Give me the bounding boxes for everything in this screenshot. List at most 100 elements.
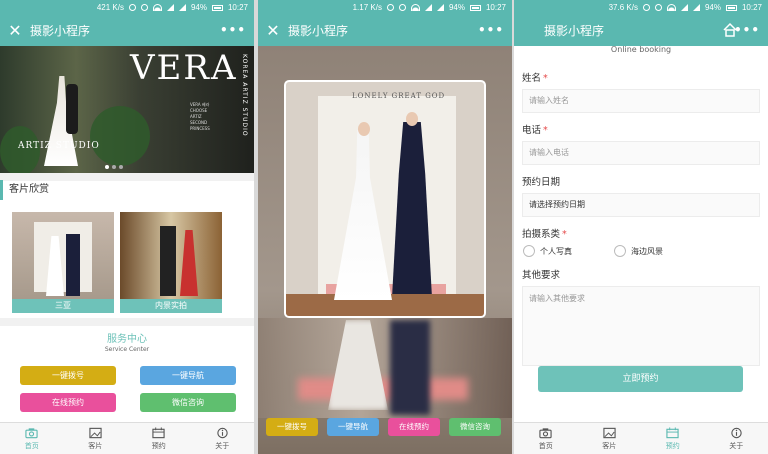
groom-face [406, 112, 418, 126]
carousel-dot[interactable] [119, 165, 123, 169]
phone-input[interactable]: 请输入电话 [522, 141, 760, 165]
card-caption: 三亚 [12, 299, 114, 313]
service-center: 服务中心 Service Center [0, 330, 254, 353]
booking-form: 姓名 * 请输入姓名 电话 * 请输入电话 预约日期 请选择预约日期 拍摄系类 * 个… [522, 70, 760, 366]
radio-seaside-scenery[interactable]: 海边风景 [614, 245, 663, 257]
tab-bar: 首页 客片 预约 关于 [0, 422, 254, 454]
camera-icon [539, 428, 552, 439]
name-label: 姓名 * [522, 70, 760, 84]
nav-bar: ✕ 摄影小程序 ••• [0, 15, 254, 46]
tab-about[interactable]: 关于 [191, 423, 255, 454]
tab-label: 首页 [538, 442, 553, 450]
alarm-icon [398, 4, 406, 11]
status-bar: 1.17 K/s 94% 10:27 [258, 0, 512, 15]
battery-icon [469, 4, 481, 11]
banner-studio: ARTIZ STUDIO [18, 141, 100, 151]
tab-home[interactable]: 首页 [0, 423, 64, 454]
dnd-icon [128, 4, 136, 11]
service-title: 服务中心 [107, 334, 147, 345]
tab-label: 预约 [151, 442, 166, 450]
clock: 10:27 [485, 3, 506, 12]
wechat-consult-button[interactable]: 微信咨询 [449, 418, 501, 436]
series-radio-group: 个人写真 海边风景 [522, 245, 760, 257]
tab-gallery[interactable]: 客片 [578, 423, 642, 454]
photo-preview[interactable]: LONELY GREAT GOD [284, 80, 486, 318]
phone-booking: 37.6 K/s 94% 10:27 摄影小程序 ••• Online book… [514, 0, 768, 454]
page-title: 摄影小程序 [288, 24, 349, 38]
radio-circle[interactable] [523, 245, 535, 257]
tab-home[interactable]: 首页 [514, 423, 578, 454]
book-online-button[interactable]: 在线预约 [20, 393, 116, 412]
navigate-button[interactable]: 一键导航 [327, 418, 379, 436]
image-icon [89, 427, 102, 439]
dnd-icon [386, 4, 394, 11]
gallery-heading: 客片欣赏 [0, 180, 254, 200]
tab-booking[interactable]: 预约 [127, 423, 191, 454]
series-label-text: 拍摄系类 [522, 229, 561, 240]
banner-brand-sub: KOREA ARTIZ STUDIO [241, 54, 248, 137]
online-booking-heading: Online booking [610, 45, 672, 54]
phone-label: 电话 * [522, 122, 760, 136]
clock: 10:27 [227, 3, 248, 12]
series-label: 拍摄系类 * [522, 226, 760, 240]
tab-label: 关于 [215, 442, 230, 450]
close-icon[interactable]: ✕ [0, 15, 30, 46]
card-photo [120, 212, 222, 299]
signal-icon-2 [178, 4, 186, 11]
book-online-button[interactable]: 在线预约 [388, 418, 440, 436]
other-label: 其他要求 [522, 270, 561, 281]
tab-label: 客片 [602, 442, 617, 450]
banner-brand: VERA [130, 48, 238, 88]
service-buttons: 一键拨号 一键导航 在线预约 微信咨询 [20, 366, 236, 412]
date-picker[interactable]: 请选择预约日期 [522, 193, 760, 217]
call-button[interactable]: 一键拨号 [20, 366, 116, 385]
battery-percent: 94% [704, 3, 721, 12]
tab-label: 预约 [665, 442, 680, 450]
dnd-icon [642, 4, 650, 11]
banner-carousel[interactable]: VERA KOREA ARTIZ STUDIO VERA 베라 CHOOSE A… [0, 46, 254, 173]
more-icon[interactable]: ••• [220, 23, 246, 37]
gallery-card[interactable]: 内景实拍 [120, 212, 222, 313]
required-mark: * [562, 229, 567, 240]
image-icon [603, 427, 616, 439]
card-caption: 内景实拍 [120, 299, 222, 313]
submit-booking-button[interactable]: 立即预约 [538, 366, 743, 392]
network-speed: 37.6 K/s [608, 3, 638, 12]
name-input[interactable]: 请输入姓名 [522, 89, 760, 113]
blurred-suit [390, 320, 430, 415]
wifi-icon [152, 4, 162, 11]
info-icon [731, 427, 742, 439]
tab-about[interactable]: 关于 [705, 423, 768, 454]
call-button[interactable]: 一键拨号 [266, 418, 318, 436]
radio-personal-portrait[interactable]: 个人写真 [523, 245, 572, 257]
tab-booking[interactable]: 预约 [641, 423, 705, 454]
network-speed: 1.17 K/s [352, 3, 382, 12]
page-title: 摄影小程序 [30, 24, 91, 38]
alarm-icon [140, 4, 148, 11]
camera-icon [25, 428, 38, 439]
required-mark: * [543, 125, 548, 136]
other-requirements-textarea[interactable]: 请输入其他要求 [522, 286, 760, 366]
alarm-icon [654, 4, 662, 11]
battery-percent: 94% [448, 3, 465, 12]
info-icon [217, 427, 228, 439]
radio-circle[interactable] [614, 245, 626, 257]
gallery-card[interactable]: 三亚 [12, 212, 114, 313]
date-label: 预约日期 [522, 177, 561, 188]
wifi-icon [410, 4, 420, 11]
navigate-button[interactable]: 一键导航 [140, 366, 236, 385]
wechat-consult-button[interactable]: 微信咨询 [140, 393, 236, 412]
close-icon[interactable]: ✕ [258, 15, 288, 46]
bride-face [358, 122, 370, 136]
network-speed: 421 K/s [96, 3, 124, 12]
signal-icon-2 [436, 4, 444, 11]
more-icon[interactable]: ••• [734, 23, 760, 37]
more-icon[interactable]: ••• [478, 23, 504, 37]
carousel-dot[interactable] [105, 165, 109, 169]
tab-gallery[interactable]: 客片 [64, 423, 128, 454]
battery-percent: 94% [190, 3, 207, 12]
calendar-icon [666, 427, 679, 439]
photo-backdrop [318, 96, 456, 296]
carousel-dot[interactable] [112, 165, 116, 169]
battery-icon [211, 4, 223, 11]
